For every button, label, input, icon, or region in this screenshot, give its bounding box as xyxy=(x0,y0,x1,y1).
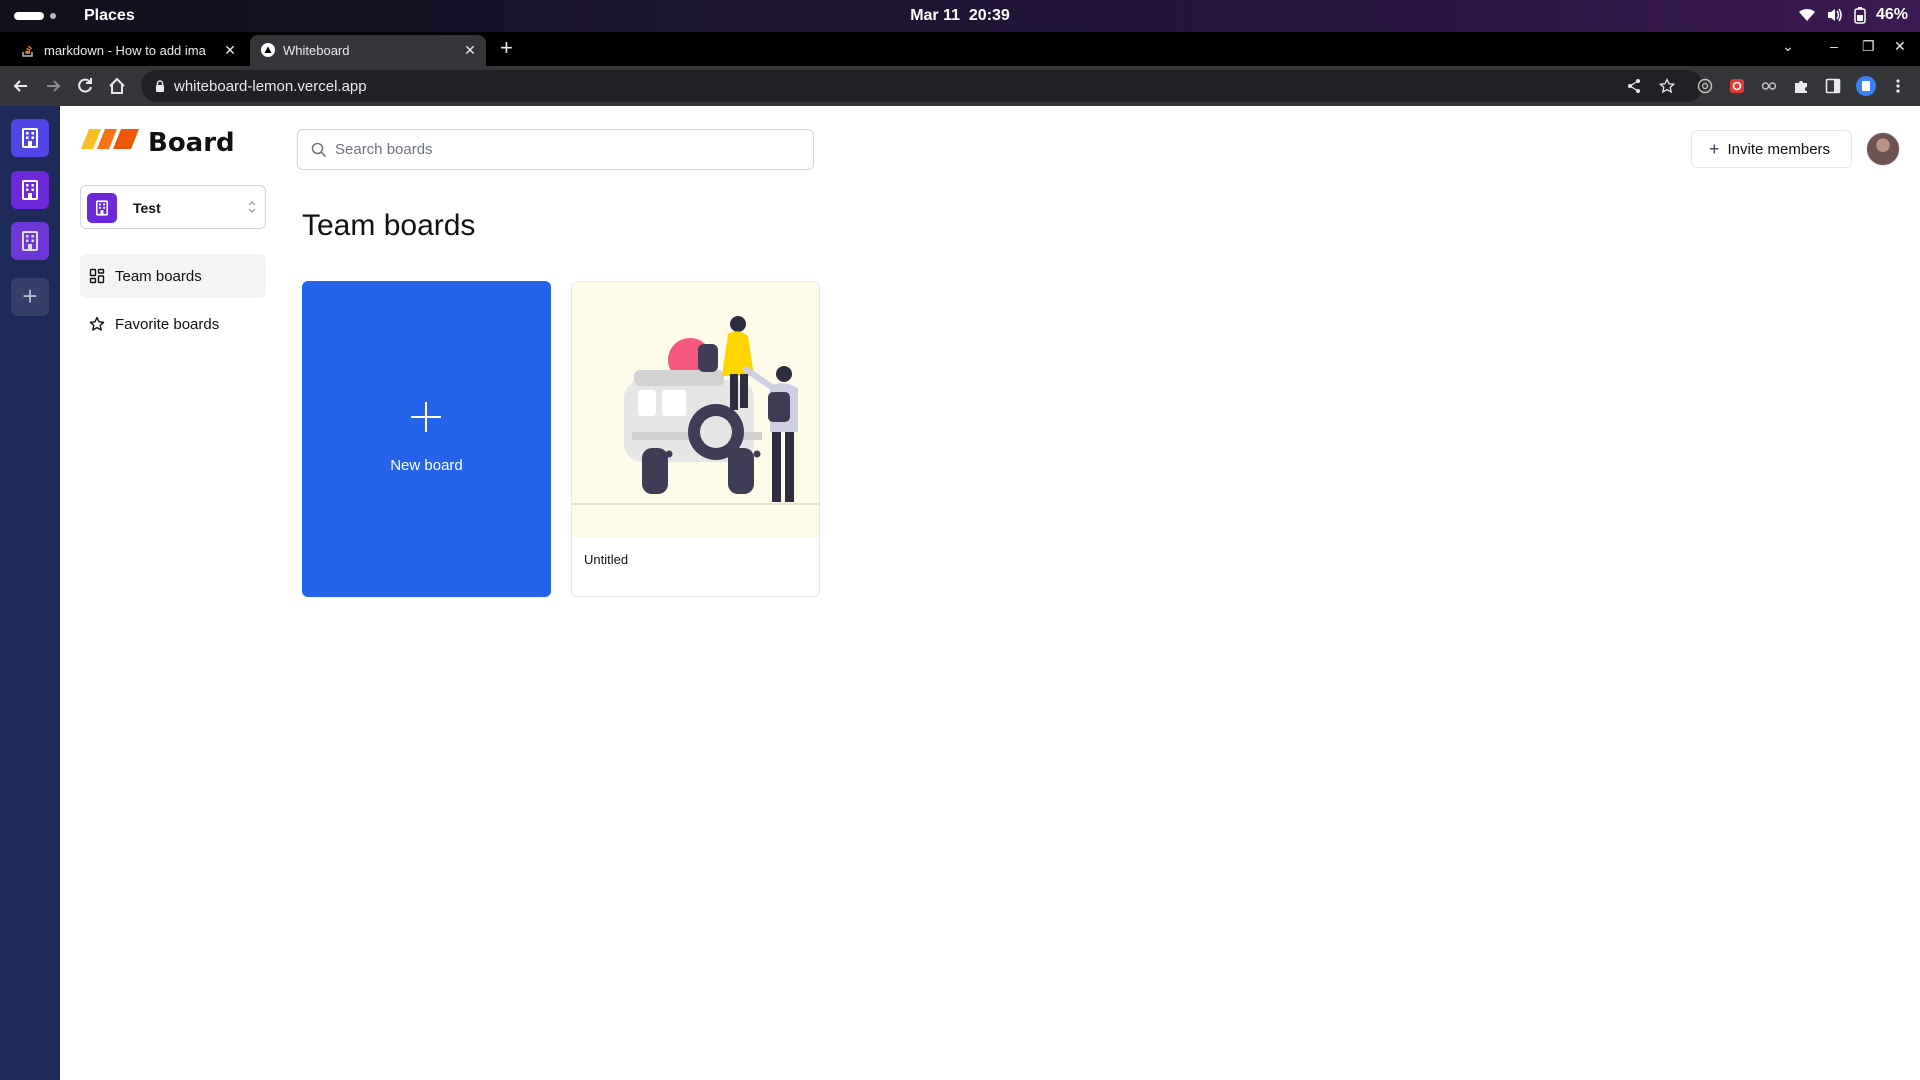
window-close-icon[interactable]: ✕ xyxy=(1894,38,1906,55)
nav-favorite-boards[interactable]: Favorite boards xyxy=(80,302,266,346)
chatgpt-extension-icon[interactable] xyxy=(1697,78,1713,94)
ublock-extension-icon[interactable] xyxy=(1729,78,1745,94)
sidebar: Board Test Team boards Favorite boards xyxy=(60,106,280,1080)
address-bar[interactable]: whiteboard-lemon.vercel.app xyxy=(141,70,1703,102)
browser-toolbar: whiteboard-lemon.vercel.app xyxy=(0,66,1920,106)
vercel-icon xyxy=(261,43,275,57)
lock-icon xyxy=(156,80,164,92)
clock-date: Mar 11 xyxy=(910,7,960,24)
forward-icon[interactable] xyxy=(43,76,63,96)
org-button[interactable] xyxy=(11,171,49,209)
org-switcher[interactable]: Test xyxy=(80,185,266,229)
board-logo-icon[interactable] xyxy=(81,127,141,151)
board-card[interactable]: Untitled xyxy=(571,281,820,597)
bookmark-star-icon[interactable] xyxy=(1659,78,1675,94)
glasses-extension-icon[interactable] xyxy=(1761,78,1777,94)
jeep-travel-illustration xyxy=(572,316,819,505)
minimize-icon[interactable]: – xyxy=(1830,38,1838,54)
os-top-bar: Places Mar 11 20:39 46% xyxy=(0,0,1920,32)
org-avatar xyxy=(87,193,117,223)
tab-search-icon[interactable]: ⌄ xyxy=(1782,38,1794,55)
nav-label: Team boards xyxy=(115,267,202,285)
board-thumbnail xyxy=(572,282,819,538)
battery-icon xyxy=(1854,7,1866,24)
search-input[interactable] xyxy=(335,130,795,169)
nav-team-boards[interactable]: Team boards xyxy=(80,254,266,298)
search-icon xyxy=(311,142,327,158)
tab-title: markdown - How to add ima xyxy=(44,43,206,58)
restore-icon[interactable]: ❐ xyxy=(1862,38,1875,55)
board-title: Untitled xyxy=(584,552,629,567)
tab-title: Whiteboard xyxy=(283,43,350,58)
add-org-button[interactable]: + xyxy=(11,278,49,316)
stackoverflow-icon xyxy=(22,45,33,57)
battery-percent: 46% xyxy=(1875,6,1908,23)
building-icon xyxy=(22,128,38,148)
wifi-icon xyxy=(1798,8,1815,21)
invite-members-button[interactable]: + Invite members xyxy=(1691,130,1852,168)
home-icon[interactable] xyxy=(107,76,127,96)
url-text: whiteboard-lemon.vercel.app xyxy=(174,78,367,95)
plus-icon: + xyxy=(1709,138,1720,159)
star-icon xyxy=(89,316,105,331)
share-icon[interactable] xyxy=(1626,78,1642,94)
clock[interactable]: Mar 11 20:39 xyxy=(0,7,1920,25)
clock-time: 20:39 xyxy=(968,7,1010,24)
sidepanel-icon[interactable] xyxy=(1825,78,1841,94)
building-icon xyxy=(22,180,38,200)
reload-icon[interactable] xyxy=(75,76,95,96)
invite-label: Invite members xyxy=(1727,140,1831,158)
page-title: Team boards xyxy=(302,209,476,242)
back-icon[interactable] xyxy=(11,76,31,96)
org-name: Test xyxy=(133,200,161,216)
tab-close-icon[interactable]: ✕ xyxy=(222,42,238,59)
nav-label: Favorite boards xyxy=(115,315,220,333)
org-button[interactable] xyxy=(11,119,49,157)
user-avatar[interactable] xyxy=(1866,132,1900,166)
new-tab-button[interactable]: + xyxy=(500,37,513,59)
org-button[interactable] xyxy=(11,222,49,260)
dashboard-grid-icon xyxy=(89,268,105,284)
org-rail: + xyxy=(0,106,60,1080)
system-tray[interactable]: 46% xyxy=(1798,6,1908,24)
brand-name[interactable]: Board xyxy=(148,128,235,158)
search-boards xyxy=(297,129,814,170)
profile-icon[interactable] xyxy=(1856,76,1876,96)
new-board-label: New board xyxy=(390,457,463,474)
browser-menu-icon[interactable] xyxy=(1890,78,1906,94)
browser-tab-active[interactable]: Whiteboard ✕ xyxy=(250,35,486,66)
chevron-up-down-icon xyxy=(248,201,256,213)
puzzle-extensions-icon[interactable] xyxy=(1793,78,1809,94)
app-page: + Board Test Team boards Favorite boards xyxy=(0,106,1920,1080)
building-icon xyxy=(96,200,108,216)
tab-close-icon[interactable]: ✕ xyxy=(462,42,478,59)
browser-tab[interactable]: markdown - How to add ima ✕ xyxy=(10,35,246,66)
plus-icon xyxy=(411,402,441,432)
building-icon xyxy=(22,231,38,251)
volume-icon xyxy=(1827,8,1842,22)
browser-tab-strip: markdown - How to add ima ✕ Whiteboard ✕… xyxy=(0,32,1920,66)
new-board-card[interactable]: New board xyxy=(302,281,551,597)
